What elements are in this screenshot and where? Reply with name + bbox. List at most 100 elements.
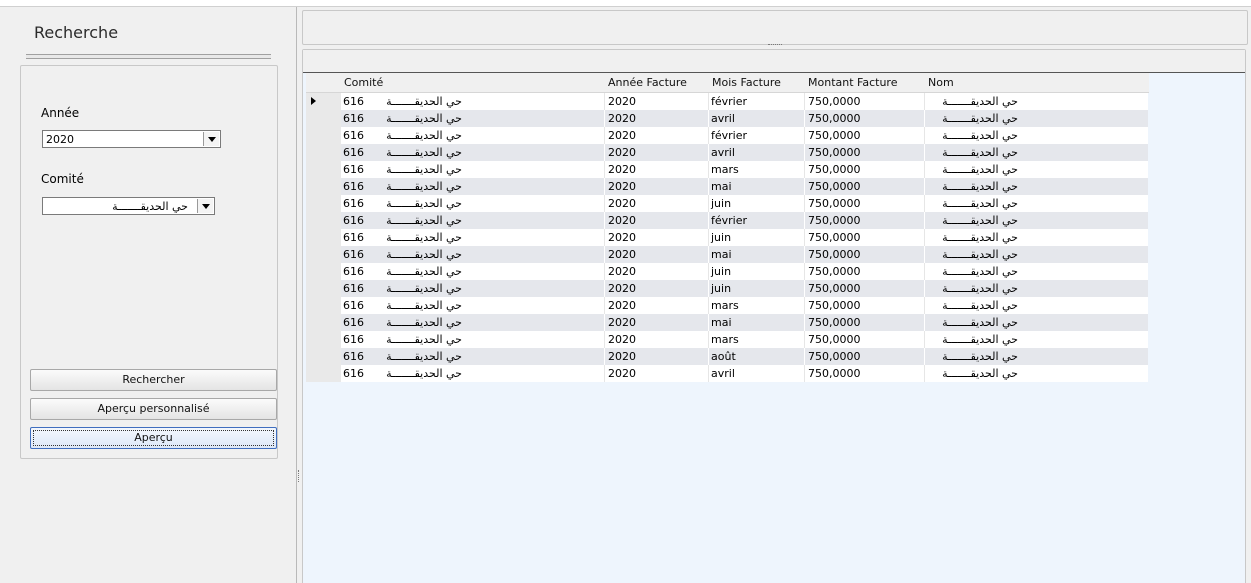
cell-montant-facture[interactable]: 750,0000 xyxy=(808,162,861,177)
row-selector[interactable] xyxy=(306,263,341,280)
cell-montant-facture[interactable]: 750,0000 xyxy=(808,247,861,262)
cell-comite-code[interactable]: 616 xyxy=(343,196,364,211)
table-row[interactable]: 616 حي الحديقـــــــة 2020 février 750,0000 ح… xyxy=(306,93,1149,110)
cell-comite-name[interactable]: حي الحديقـــــــة xyxy=(376,162,462,177)
table-row[interactable]: 616 حي الحديقـــــــة 2020 avril 750,0000 حي … xyxy=(306,144,1149,161)
row-selector[interactable] xyxy=(306,144,341,161)
cell-comite-code[interactable]: 616 xyxy=(343,332,364,347)
cell-comite-code[interactable]: 616 xyxy=(343,247,364,262)
table-row[interactable]: 616 حي الحديقـــــــة 2020 avril 750,0000 حي … xyxy=(306,365,1149,382)
cell-comite-name[interactable]: حي الحديقـــــــة xyxy=(376,247,462,262)
cell-mois-facture[interactable]: mars xyxy=(711,332,739,347)
cell-nom[interactable]: حي الحديقـــــــة xyxy=(930,162,1018,177)
cell-montant-facture[interactable]: 750,0000 xyxy=(808,332,861,347)
chevron-down-icon[interactable] xyxy=(203,132,219,146)
cell-comite-name[interactable]: حي الحديقـــــــة xyxy=(376,213,462,228)
cell-montant-facture[interactable]: 750,0000 xyxy=(808,94,861,109)
table-row[interactable]: 616 حي الحديقـــــــة 2020 mai 750,0000 حي ال… xyxy=(306,314,1149,331)
cell-comite-code[interactable]: 616 xyxy=(343,298,364,313)
cell-mois-facture[interactable]: février xyxy=(711,128,747,143)
cell-montant-facture[interactable]: 750,0000 xyxy=(808,213,861,228)
row-selector[interactable] xyxy=(306,161,341,178)
table-row[interactable]: 616 حي الحديقـــــــة 2020 juin 750,0000 حي ا… xyxy=(306,280,1149,297)
search-button[interactable]: Rechercher xyxy=(30,369,277,391)
table-row[interactable]: 616 حي الحديقـــــــة 2020 mai 750,0000 حي ال… xyxy=(306,246,1149,263)
table-row[interactable]: 616 حي الحديقـــــــة 2020 mai 750,0000 حي ال… xyxy=(306,178,1149,195)
table-row[interactable]: 616 حي الحديقـــــــة 2020 février 750,0000 ح… xyxy=(306,212,1149,229)
cell-comite-code[interactable]: 616 xyxy=(343,264,364,279)
cell-nom[interactable]: حي الحديقـــــــة xyxy=(930,349,1018,364)
cell-annee-facture[interactable]: 2020 xyxy=(608,315,636,330)
row-selector[interactable] xyxy=(306,195,341,212)
table-row[interactable]: 616 حي الحديقـــــــة 2020 février 750,0000 ح… xyxy=(306,127,1149,144)
cell-annee-facture[interactable]: 2020 xyxy=(608,247,636,262)
cell-montant-facture[interactable]: 750,0000 xyxy=(808,366,861,381)
cell-mois-facture[interactable]: mai xyxy=(711,315,732,330)
preview-button[interactable]: Aperçu xyxy=(30,427,277,449)
cell-comite-name[interactable]: حي الحديقـــــــة xyxy=(376,111,462,126)
cell-mois-facture[interactable]: février xyxy=(711,213,747,228)
cell-annee-facture[interactable]: 2020 xyxy=(608,145,636,160)
cell-montant-facture[interactable]: 750,0000 xyxy=(808,315,861,330)
committee-select[interactable]: حي الحديقـــــــة xyxy=(42,197,215,215)
cell-annee-facture[interactable]: 2020 xyxy=(608,332,636,347)
cell-montant-facture[interactable]: 750,0000 xyxy=(808,196,861,211)
column-header-nom[interactable]: Nom xyxy=(928,76,954,89)
cell-nom[interactable]: حي الحديقـــــــة xyxy=(930,145,1018,160)
cell-mois-facture[interactable]: avril xyxy=(711,366,735,381)
cell-annee-facture[interactable]: 2020 xyxy=(608,230,636,245)
cell-comite-code[interactable]: 616 xyxy=(343,111,364,126)
table-row[interactable]: 616 حي الحديقـــــــة 2020 mars 750,0000 حي ا… xyxy=(306,297,1149,314)
row-selector[interactable] xyxy=(306,229,341,246)
cell-comite-code[interactable]: 616 xyxy=(343,230,364,245)
cell-nom[interactable]: حي الحديقـــــــة xyxy=(930,315,1018,330)
column-header-mois-facture[interactable]: Mois Facture xyxy=(712,76,781,89)
table-row[interactable]: 616 حي الحديقـــــــة 2020 avril 750,0000 حي … xyxy=(306,110,1149,127)
cell-nom[interactable]: حي الحديقـــــــة xyxy=(930,366,1018,381)
cell-comite-name[interactable]: حي الحديقـــــــة xyxy=(376,145,462,160)
table-row[interactable]: 616 حي الحديقـــــــة 2020 mars 750,0000 حي ا… xyxy=(306,161,1149,178)
cell-comite-code[interactable]: 616 xyxy=(343,145,364,160)
cell-comite-code[interactable]: 616 xyxy=(343,128,364,143)
cell-montant-facture[interactable]: 750,0000 xyxy=(808,349,861,364)
row-selector[interactable] xyxy=(306,110,341,127)
cell-mois-facture[interactable]: mars xyxy=(711,162,739,177)
table-row[interactable]: 616 حي الحديقـــــــة 2020 juin 750,0000 حي ا… xyxy=(306,263,1149,280)
cell-comite-name[interactable]: حي الحديقـــــــة xyxy=(376,366,462,381)
cell-nom[interactable]: حي الحديقـــــــة xyxy=(930,332,1018,347)
cell-nom[interactable]: حي الحديقـــــــة xyxy=(930,94,1018,109)
splitter-grip-icon[interactable] xyxy=(298,470,300,482)
cell-annee-facture[interactable]: 2020 xyxy=(608,179,636,194)
results-grid[interactable]: Comité Année Facture Mois Facture Montan… xyxy=(306,73,1149,382)
cell-annee-facture[interactable]: 2020 xyxy=(608,196,636,211)
column-header-montant-facture[interactable]: Montant Facture xyxy=(808,76,897,89)
cell-montant-facture[interactable]: 750,0000 xyxy=(808,264,861,279)
cell-montant-facture[interactable]: 750,0000 xyxy=(808,281,861,296)
row-selector[interactable] xyxy=(306,127,341,144)
cell-comite-name[interactable]: حي الحديقـــــــة xyxy=(376,179,462,194)
cell-mois-facture[interactable]: avril xyxy=(711,145,735,160)
cell-comite-code[interactable]: 616 xyxy=(343,213,364,228)
cell-comite-name[interactable]: حي الحديقـــــــة xyxy=(376,264,462,279)
cell-nom[interactable]: حي الحديقـــــــة xyxy=(930,196,1018,211)
cell-comite-name[interactable]: حي الحديقـــــــة xyxy=(376,332,462,347)
cell-comite-code[interactable]: 616 xyxy=(343,162,364,177)
cell-mois-facture[interactable]: mai xyxy=(711,247,732,262)
cell-comite-code[interactable]: 616 xyxy=(343,349,364,364)
cell-mois-facture[interactable]: février xyxy=(711,94,747,109)
cell-annee-facture[interactable]: 2020 xyxy=(608,162,636,177)
cell-nom[interactable]: حي الحديقـــــــة xyxy=(930,111,1018,126)
custom-preview-button[interactable]: Aperçu personnalisé xyxy=(30,398,277,420)
cell-annee-facture[interactable]: 2020 xyxy=(608,366,636,381)
cell-annee-facture[interactable]: 2020 xyxy=(608,111,636,126)
cell-annee-facture[interactable]: 2020 xyxy=(608,213,636,228)
table-row[interactable]: 616 حي الحديقـــــــة 2020 août 750,0000 حي ا… xyxy=(306,348,1149,365)
cell-annee-facture[interactable]: 2020 xyxy=(608,298,636,313)
cell-annee-facture[interactable]: 2020 xyxy=(608,281,636,296)
cell-annee-facture[interactable]: 2020 xyxy=(608,128,636,143)
cell-annee-facture[interactable]: 2020 xyxy=(608,264,636,279)
year-select[interactable]: 2020 xyxy=(42,130,221,148)
cell-comite-code[interactable]: 616 xyxy=(343,315,364,330)
cell-montant-facture[interactable]: 750,0000 xyxy=(808,145,861,160)
row-selector[interactable] xyxy=(306,331,341,348)
